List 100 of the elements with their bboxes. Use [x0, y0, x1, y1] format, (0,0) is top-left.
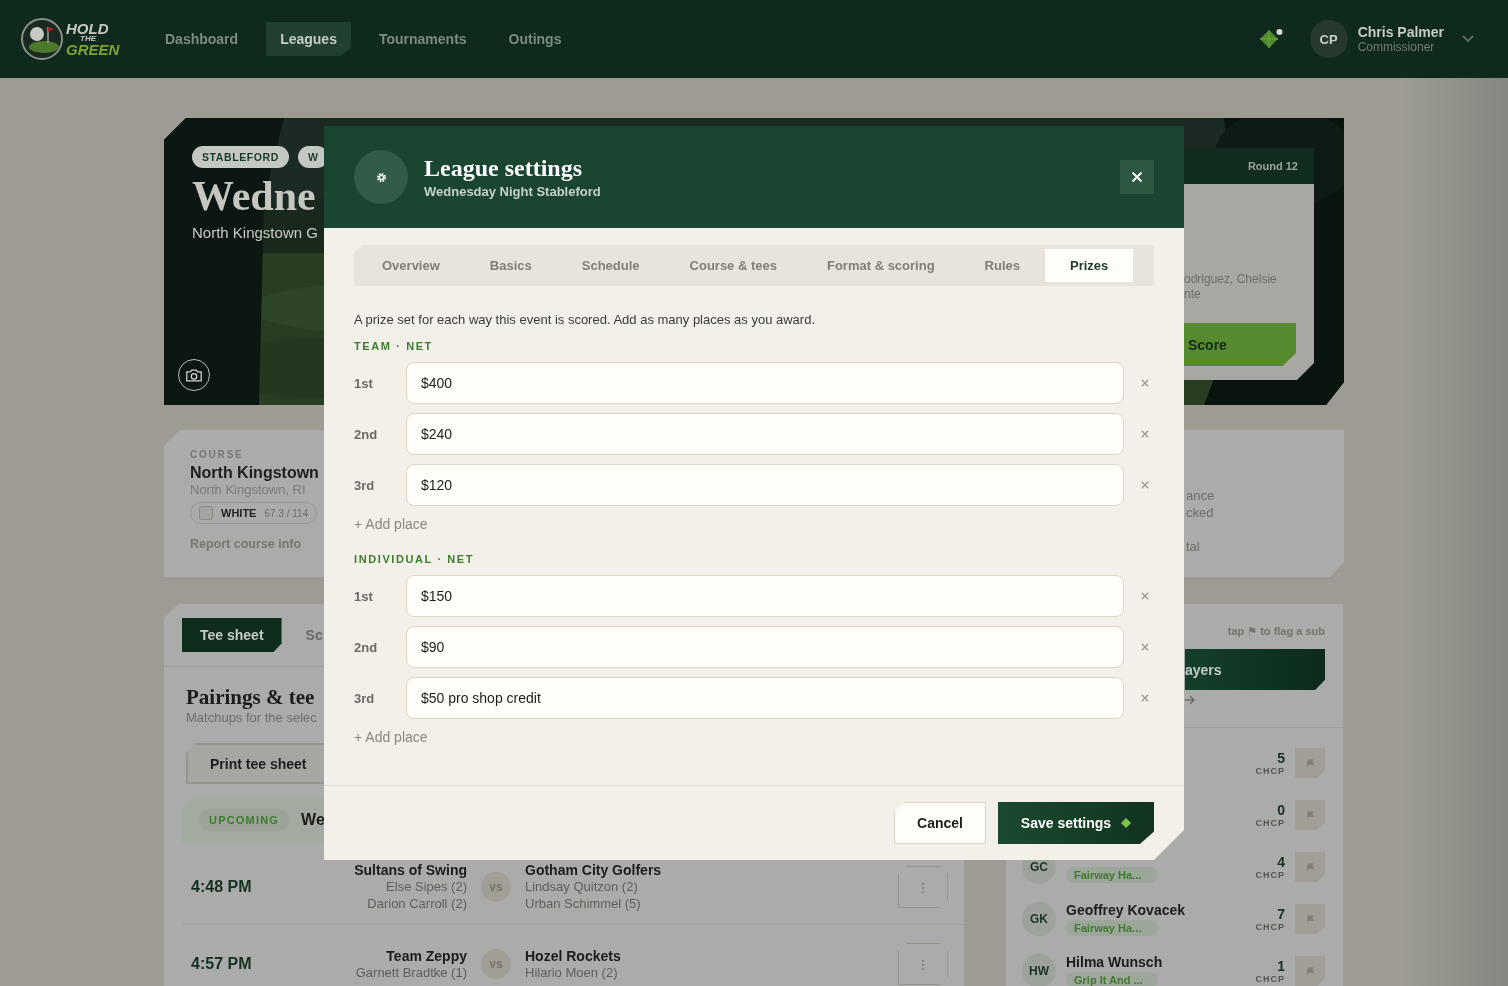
flag-icon — [1305, 758, 1315, 768]
handicap-value: 4 — [1277, 854, 1285, 870]
gear-icon — [374, 170, 388, 184]
player-name: Hilma Wunsch — [1066, 954, 1163, 970]
nav-tab[interactable]: Dashboard — [151, 22, 253, 56]
user-name: Chris Palmer — [1357, 24, 1444, 40]
player-names: odriguez, Chelsie nte — [1184, 272, 1278, 302]
team-tag: Fairway Ha... — [1066, 920, 1158, 936]
settings-tab[interactable]: Course & tees — [664, 249, 802, 282]
flag-button[interactable] — [1295, 852, 1325, 882]
players-button[interactable]: ayers — [1185, 649, 1325, 690]
upcoming-badge: UPCOMING — [199, 809, 290, 831]
handicap-label: CHCP — [1255, 921, 1285, 932]
flag-button[interactable] — [1295, 800, 1325, 830]
add-place-button[interactable]: + Add place — [354, 729, 428, 745]
flag-button[interactable] — [1295, 956, 1325, 986]
round-number: Round 12 — [1247, 160, 1298, 172]
logo-wordmark: HOLD THE GREEN — [66, 21, 120, 57]
team-tag: Fairway Ha... — [1066, 867, 1158, 883]
tee-time: 4:57 PM — [191, 955, 253, 973]
nav-tab[interactable]: Leagues — [266, 22, 351, 56]
more-button[interactable]: ⋮ — [898, 943, 948, 985]
close-button[interactable] — [1120, 160, 1154, 194]
handicap-label: CHCP — [1255, 765, 1285, 776]
score-button[interactable]: Score — [1184, 323, 1296, 366]
place-label: 3rd — [354, 690, 376, 706]
tee-sheet-tab[interactable]: Tee sheet — [182, 618, 282, 652]
handicap-value: 0 — [1277, 802, 1285, 818]
settings-tab[interactable]: Basics — [464, 249, 557, 282]
close-icon — [1131, 171, 1143, 183]
settings-tab[interactable]: Schedule — [556, 249, 665, 282]
player-name: Hilario Moen (2) — [525, 963, 619, 981]
remove-icon — [1141, 430, 1149, 438]
remove-icon — [1141, 592, 1149, 600]
settings-tab[interactable]: Rules — [959, 249, 1045, 282]
league-course: North Kingstown G — [192, 224, 318, 242]
chevron-down-icon[interactable] — [1462, 35, 1474, 43]
team-tag: Grip It And ... — [1066, 972, 1158, 986]
course-stat-text: tal — [1186, 538, 1201, 555]
remove-icon — [1141, 643, 1149, 651]
prize-field[interactable]: $90 — [405, 626, 1125, 668]
flag-icon — [1305, 862, 1315, 872]
player-name: Darion Carroll (2) — [367, 895, 467, 912]
handicap-value: 1 — [1277, 958, 1285, 974]
prize-field[interactable]: $240 — [405, 413, 1125, 455]
player-name: Else Sipes (2) — [386, 878, 467, 895]
flag-button[interactable] — [1295, 904, 1325, 934]
diamond-icon — [1121, 818, 1132, 828]
dialog-title: League settings — [424, 155, 583, 182]
course-stat-text: cked — [1186, 504, 1215, 521]
player-name: Urban Schimmel (5) — [525, 895, 642, 912]
user-role: Commissioner — [1357, 40, 1436, 54]
format-badge: STABLEFORD — [192, 146, 289, 168]
pairings-title: Pairings & tee — [186, 685, 315, 710]
prize-field[interactable]: $50 pro shop credit — [405, 677, 1125, 719]
tee-checkbox[interactable] — [199, 506, 213, 520]
tee-time: 4:48 PM — [191, 878, 253, 896]
cancel-button[interactable]: Cancel — [894, 802, 986, 844]
remove-icon — [1141, 694, 1149, 702]
team-name: Team Zeppy — [386, 947, 467, 964]
nav-tab[interactable]: Outings — [494, 22, 576, 56]
flag-icon — [1305, 914, 1315, 924]
handicap-value: 5 — [1277, 750, 1285, 766]
player-avatar: GK — [1022, 902, 1056, 936]
flag-icon — [1305, 810, 1315, 820]
prize-section-label: TEAM · NET — [354, 340, 434, 352]
settings-tab[interactable]: Prizes — [1045, 249, 1134, 282]
place-label: 3rd — [354, 477, 376, 493]
course-stat-text: ance — [1186, 487, 1216, 504]
prize-field[interactable]: $150 — [405, 575, 1125, 617]
flag-icon — [1305, 966, 1315, 976]
tee-sheet-tab[interactable]: Sc — [305, 618, 323, 652]
place-label: 2nd — [354, 426, 379, 442]
tee-name: WHITE — [221, 507, 257, 519]
player-avatar: HW — [1022, 954, 1056, 986]
settings-tab[interactable]: Overview — [358, 249, 465, 282]
handicap-label: CHCP — [1255, 973, 1285, 984]
prize-field[interactable]: $400 — [405, 362, 1125, 404]
team-name: Gotham City Golfers — [525, 862, 663, 878]
player-name: Garnett Bradtke (1) — [355, 964, 467, 981]
round-date: We — [301, 811, 325, 829]
settings-tab[interactable]: Format & scoring — [801, 249, 960, 282]
nav-tab[interactable]: Tournaments — [364, 22, 481, 56]
pairings-subtitle: Matchups for the selec — [186, 710, 317, 725]
camera-icon — [185, 367, 203, 383]
course-label: COURSE — [190, 449, 244, 460]
user-avatar[interactable]: CP — [1309, 20, 1348, 58]
remove-icon — [1141, 481, 1149, 489]
arrow-right-icon[interactable] — [1184, 695, 1196, 705]
prize-field[interactable]: $120 — [405, 464, 1125, 506]
dialog-subtitle: Wednesday Night Stableford — [424, 184, 602, 199]
flag-button[interactable] — [1295, 748, 1325, 778]
more-button[interactable]: ⋮ — [898, 866, 948, 908]
handicap-label: CHCP — [1255, 817, 1285, 828]
prize-section-label: INDIVIDUAL · NET — [354, 553, 476, 565]
diamond-notification-icon[interactable] — [1257, 28, 1284, 50]
add-place-button[interactable]: + Add place — [354, 516, 428, 532]
remove-icon — [1141, 379, 1149, 387]
flag-hint: tap ⚑ to flag a sub — [1227, 625, 1325, 638]
save-settings-button[interactable]: Save settings — [998, 802, 1154, 844]
